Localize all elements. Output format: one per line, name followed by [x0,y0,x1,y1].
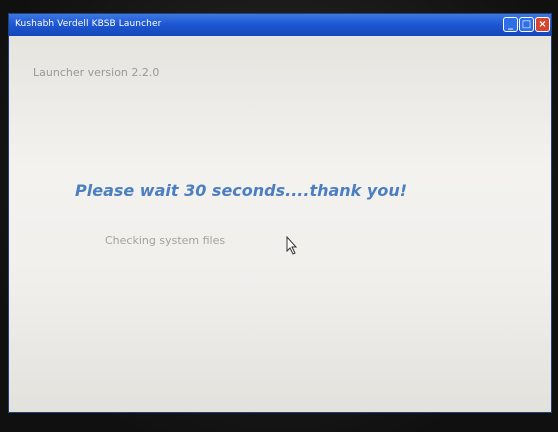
minimize-button[interactable]: _ [503,17,518,32]
status-label: Checking system files [105,234,226,247]
launcher-window: Kushabh Verdell KBSB Launcher _ □ × Laun… [8,13,552,413]
close-icon: × [538,19,547,30]
maximize-button[interactable]: □ [519,17,534,32]
maximize-icon: □ [521,19,532,30]
close-button[interactable]: × [535,17,550,32]
wait-message: Please wait 30 seconds....thank you! [75,181,407,200]
version-label: Launcher version 2.2.0 [33,66,160,79]
monitor-screen: Kushabh Verdell KBSB Launcher _ □ × Laun… [0,0,558,432]
cursor-icon [286,236,298,255]
minimize-icon: _ [508,19,513,30]
title-bar[interactable]: Kushabh Verdell KBSB Launcher _ □ × [9,14,551,36]
window-content: Launcher version 2.2.0 Please wait 30 se… [9,36,551,412]
window-title: Kushabh Verdell KBSB Launcher [15,19,162,29]
